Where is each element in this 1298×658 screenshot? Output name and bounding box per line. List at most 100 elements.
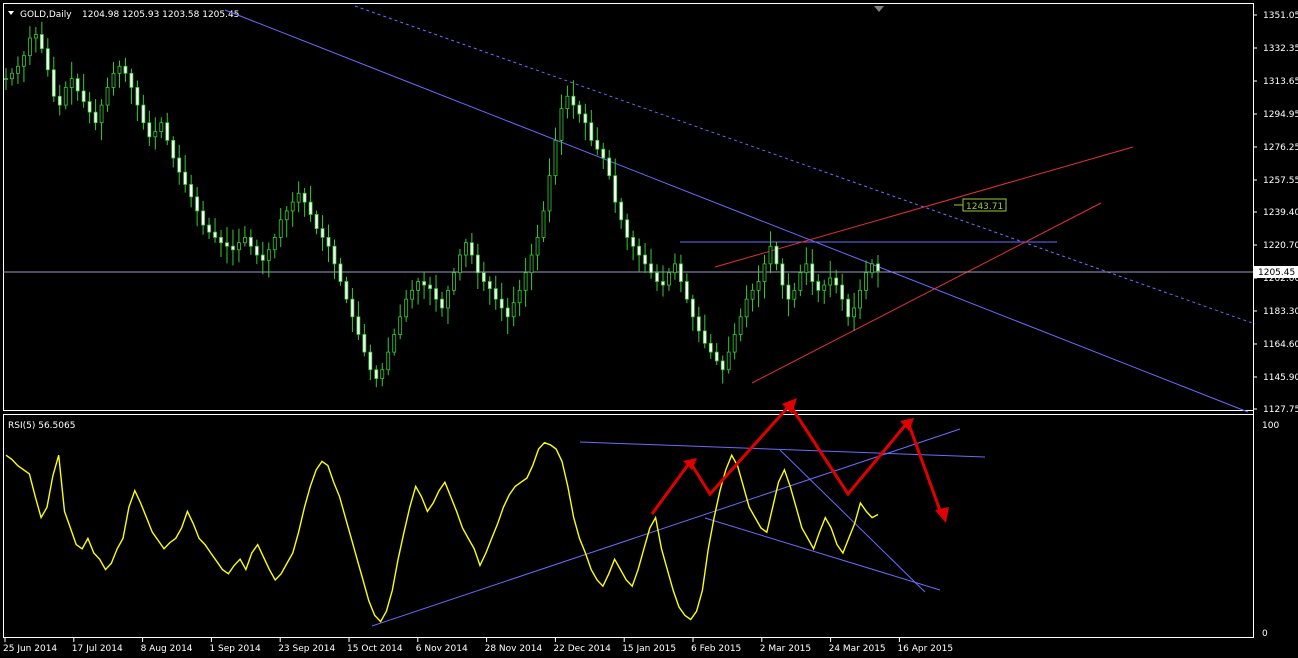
candle-body [840,284,845,300]
candle-body [511,302,516,318]
candle-body [792,289,797,300]
candle-body [326,237,331,247]
candle-body [780,263,785,286]
symbol-dropdown-icon[interactable] [8,11,14,15]
candle-body [475,254,480,274]
date-tick-label: 25 Jun 2014 [3,644,57,654]
candle-body [601,148,606,159]
candle-body [422,281,426,286]
candle-body [177,157,182,173]
candle-body [589,122,594,141]
rsi-panel-frame [3,414,1254,638]
candle-body [237,242,241,251]
candle-body [446,289,450,309]
candle-body [463,242,468,256]
candle-body [16,65,20,74]
candle-body [10,72,14,80]
candle-body [201,210,205,226]
candle-body [320,228,325,238]
candle-body [726,351,731,371]
candle-body [332,245,337,265]
price-tick-label: 1351.05 [1263,11,1298,21]
candle-body [308,201,313,215]
candle-body [254,245,259,256]
candle-body [278,219,283,238]
price-axis: 1351.05 1332.35 1313.65 1294.95 1276.25 1257.… [1253,11,1298,415]
candle-body [45,48,50,71]
candle-body [356,316,361,335]
rsi-label: RSI(5) 56.5065 [8,421,75,431]
candle-body [344,281,349,300]
candle-body [428,284,432,289]
ohlc-readout: 1204.98 1205.93 1203.58 1205.45 [82,10,239,20]
candle-body [302,192,307,203]
candle-body [744,298,749,318]
price-tick-label: 1294.95 [1263,110,1298,120]
candle-body [535,237,540,256]
candle-body [523,272,528,291]
candle-body [876,263,880,272]
date-tick-label: 17 Jul 2014 [72,644,123,654]
date-tick-label: 6 Nov 2014 [416,644,468,654]
candle-body [684,281,689,300]
candle-body [452,272,456,291]
candle-body [362,334,367,353]
candle-body [225,242,229,247]
candle-body [810,263,815,282]
candle-body [272,237,277,251]
rsi-diagonal-line [779,449,926,593]
candle-body [392,334,397,353]
candle-body [69,78,74,88]
candle-body [667,272,671,286]
candle-body [631,237,636,247]
date-tick-label: 22 Dec 2014 [553,644,611,654]
candle-body [529,254,534,274]
candle-body [768,245,773,265]
candle-body [123,65,128,74]
candle-body [553,139,558,177]
candle-body [613,175,618,203]
candle-body [153,131,158,138]
candle-body [762,263,767,282]
candle-body [661,281,665,286]
candle-body [4,78,8,81]
candle-body [93,111,98,124]
candle-body [547,175,552,212]
candle-body [577,104,582,115]
rsi-resistance-line [579,441,986,458]
candle-body [189,184,194,198]
chart-shift-marker-icon[interactable] [874,6,884,12]
candle-body [266,249,271,261]
rsi-axis-max: 100 [1262,421,1279,431]
rsi-support-line [371,428,961,627]
candle-body [183,171,188,185]
candle-body [284,210,289,221]
candle-body [434,288,438,300]
candle-body [350,298,355,318]
candle-body [517,289,522,304]
price-series [4,21,880,388]
candle-body [637,245,641,256]
price-tick-label: 1164.60 [1263,340,1298,350]
candle-body [756,281,761,291]
candle-body [852,307,857,318]
price-tick-label: 1332.35 [1263,44,1298,54]
current-price-label: 1205.45 [1258,268,1295,278]
candle-body [314,214,319,229]
candle-body [380,369,385,379]
candle-body [864,272,868,291]
candle-body [219,237,223,244]
candle-body [87,101,92,113]
projection-arrowheads [683,398,949,523]
candle-body [141,104,146,124]
price-tick-label: 1239.40 [1263,208,1298,218]
candle-body [243,237,247,244]
candle-body [499,298,504,309]
candle-body [404,298,409,318]
candle-body [541,210,546,238]
candle-body [858,289,862,309]
rsi-series-line [5,441,879,623]
candle-body [398,316,403,335]
candle-body [386,351,391,371]
price-tick-label: 1145.90 [1263,373,1298,383]
